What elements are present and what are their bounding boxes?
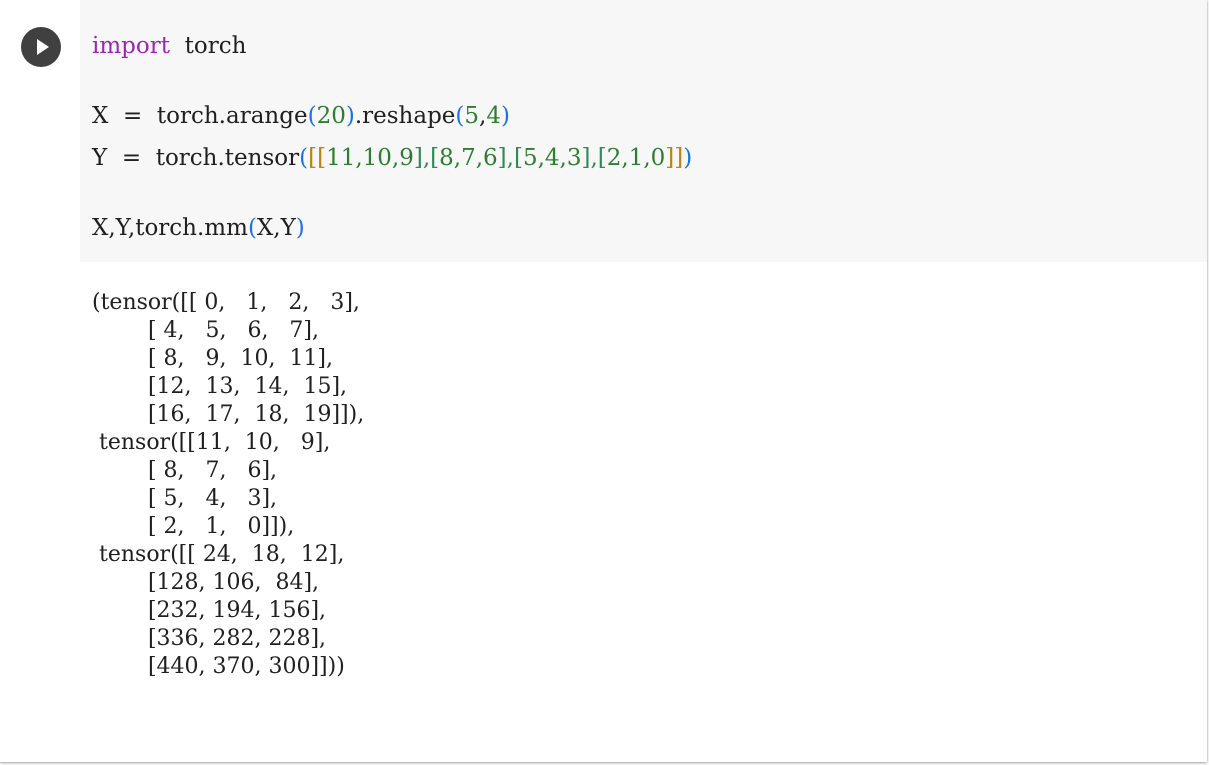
code-line-2: X = torch.arange(20).reshape(5,4) [92, 103, 510, 129]
bracket-open-2: [ [430, 145, 440, 171]
output-line: [ 5, 4, 3], [92, 486, 278, 511]
code-editor[interactable]: import torch X = torch.arange(20).reshap… [80, 0, 1207, 262]
row-1-values: 11,10,9 [326, 145, 414, 171]
mm-call: X,Y,torch.mm [92, 215, 248, 241]
keyword-import: import [92, 33, 170, 59]
row-2-values: 8,7,6 [439, 145, 498, 171]
var-y: Y [92, 145, 108, 171]
run-cell-button[interactable] [21, 27, 61, 67]
output-line: tensor([[11, 10, 9], [92, 430, 331, 455]
output-line: tensor([[ 24, 18, 12], [92, 542, 345, 567]
bracket-sep: ], [413, 145, 431, 171]
output-line: [128, 106, 84], [92, 570, 320, 595]
mm-args: X,Y [256, 215, 296, 241]
play-icon [37, 39, 49, 55]
output-line: [ 8, 9, 10, 11], [92, 346, 334, 371]
output-line: [16, 17, 18, 19]]), [92, 402, 365, 427]
notebook-code-cell[interactable]: import torch X = torch.arange(20).reshap… [0, 0, 1207, 762]
bracket-sep-3: ], [581, 145, 598, 171]
output-line: [ 8, 7, 6], [92, 458, 278, 483]
output-line: [ 2, 1, 0]]), [92, 514, 295, 539]
output-line: [ 4, 5, 6, 7], [92, 318, 320, 343]
arange-arg: 20 [316, 103, 346, 129]
fn-arange: torch.arange [156, 103, 308, 129]
assign-op: = [121, 145, 142, 171]
output-line: [336, 282, 228], [92, 626, 327, 651]
bracket-open-3: [ [513, 145, 523, 171]
output-line: [232, 194, 156], [92, 598, 327, 623]
code-line-1: import torch [92, 32, 246, 60]
bracket-sep-2: ], [497, 145, 514, 171]
fn-tensor: torch.tensor [155, 145, 300, 171]
code-line-3: Y = torch.tensor([[11,10,9],[8,7,6],[5,4… [92, 145, 693, 171]
reshape-arg-1: 5 [464, 103, 480, 129]
output-line: (tensor([[ 0, 1, 2, 3], [92, 290, 360, 315]
var-x: X [92, 103, 109, 129]
cell-output: (tensor([[ 0, 1, 2, 3], [ 4, 5, 6, 7], [… [80, 262, 1207, 762]
row-3-values: 5,4,3 [522, 145, 582, 171]
fn-reshape: .reshape [354, 103, 456, 129]
bracket-open-4: [ [597, 145, 607, 171]
bracket-close: ]] [665, 145, 684, 171]
cell-gutter [0, 0, 80, 262]
assign-op: = [123, 103, 143, 129]
row-4-values: 2,1,0 [606, 145, 666, 171]
reshape-arg-2: 4 [486, 103, 501, 129]
module-name: torch [184, 33, 247, 59]
output-line: [440, 370, 300]])) [92, 654, 345, 679]
output-line: [12, 13, 14, 15], [92, 374, 348, 399]
bracket-open: [[ [308, 145, 327, 171]
code-line-4: X,Y,torch.mm(X,Y) [92, 215, 305, 241]
